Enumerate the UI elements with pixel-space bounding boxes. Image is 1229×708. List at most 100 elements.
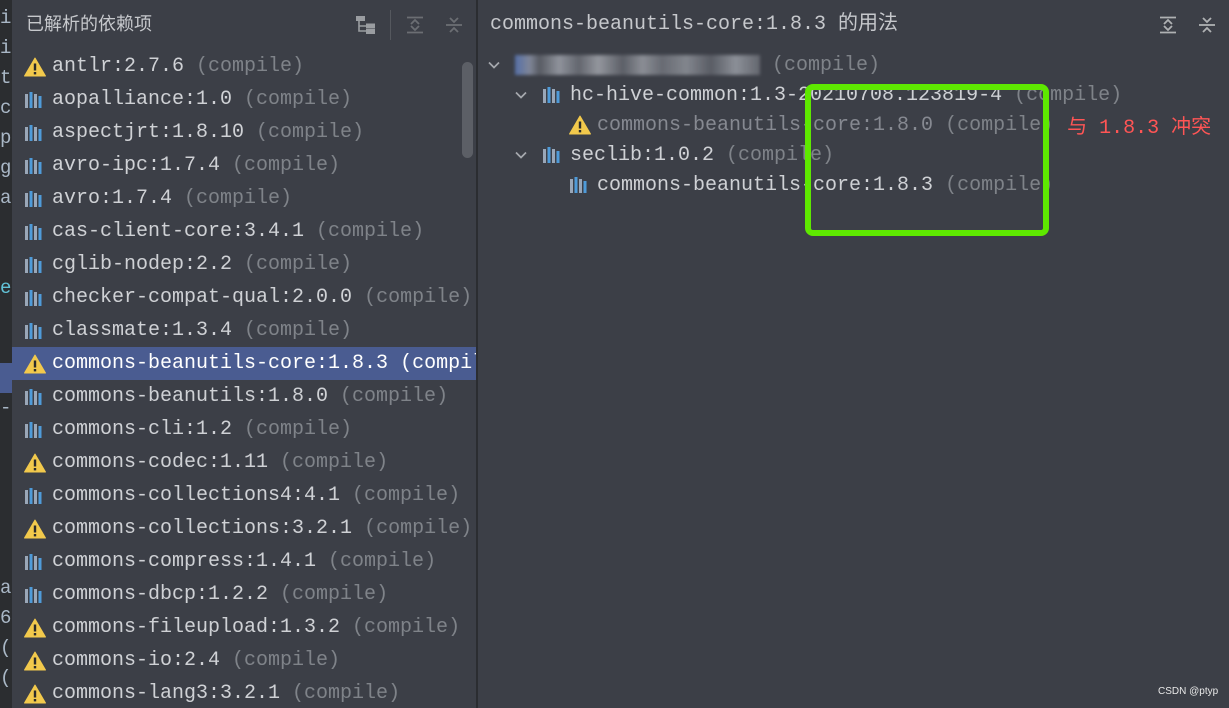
dependency-name: commons-fileupload:1.3.2	[52, 616, 341, 639]
dependency-item[interactable]: commons-beanutils-core:1.8.3 (compile)	[12, 347, 476, 380]
dependency-item[interactable]: cglib-nodep:2.2 (compile)	[12, 248, 476, 281]
editor-line: -	[0, 397, 12, 419]
dependency-scope: (compile)	[244, 418, 353, 441]
dependency-item[interactable]: commons-collections:3.2.1 (compile)	[12, 512, 476, 545]
toolbar-separator	[390, 10, 391, 40]
dependency-list: antlr:2.7.6 (compile) aopalliance:1.0 (comp…	[12, 50, 476, 708]
dependency-item[interactable]: commons-io:2.4 (compile)	[12, 644, 476, 677]
dependency-item[interactable]: commons-cli:1.2 (compile)	[12, 413, 476, 446]
warning-icon	[569, 114, 597, 136]
library-icon	[24, 584, 52, 606]
library-icon	[24, 551, 52, 573]
warning-icon	[24, 683, 52, 705]
dependency-item[interactable]: commons-dbcp:1.2.2 (compile)	[12, 578, 476, 611]
warning-icon	[24, 650, 52, 672]
dependency-item[interactable]: commons-compress:1.4.1 (compile)	[12, 545, 476, 578]
collapse-all-button[interactable]	[443, 14, 465, 36]
chevron-down-icon[interactable]	[514, 88, 542, 102]
chevron-down-icon[interactable]	[514, 148, 542, 162]
dependency-scope: (compile)	[244, 88, 353, 111]
dependency-item[interactable]: commons-codec:1.11 (compile)	[12, 446, 476, 479]
editor-line: a	[0, 187, 12, 209]
dependency-name: commons-collections4:4.1	[52, 484, 341, 507]
editor-line: (	[0, 667, 12, 689]
usages-title: commons-beanutils-core:1.8.3 的用法	[490, 13, 899, 36]
library-icon	[24, 221, 52, 243]
library-icon	[569, 174, 597, 196]
left-panel-header: 已解析的依赖项	[12, 0, 476, 50]
dependency-item[interactable]: antlr:2.7.6 (compile)	[12, 50, 476, 83]
dependency-name: commons-dbcp:1.2.2	[52, 583, 269, 606]
usage-tree-row[interactable]: commons-beanutils-core:1.8.0 (compile) 与 1…	[478, 110, 1229, 140]
dependency-scope: (compile)	[280, 583, 389, 606]
library-icon	[24, 485, 52, 507]
dependency-name: aspectjrt:1.8.10	[52, 121, 245, 144]
expand-all-icon	[407, 16, 423, 34]
artifact-scope: (compile)	[1014, 83, 1123, 107]
editor-gutter-strip: i i t c p g a e - a 6((	[0, 0, 12, 708]
editor-line: i	[0, 37, 12, 59]
dependency-scope: (compile)	[340, 385, 449, 408]
dependency-scope: (compile)	[352, 484, 461, 507]
dependency-scope: (compile)	[352, 616, 461, 639]
warning-icon	[24, 518, 52, 540]
library-icon	[542, 144, 570, 166]
dependency-item[interactable]: checker-compat-qual:2.0.0 (compile)	[12, 281, 476, 314]
chevron-down-icon[interactable]	[487, 58, 515, 72]
usage-tree-row[interactable]: commons-beanutils-core:1.8.3 (compile)	[478, 170, 1229, 200]
dependency-item[interactable]: commons-lang3:3.2.1 (compile)	[12, 677, 476, 708]
dependency-item[interactable]: aspectjrt:1.8.10 (compile)	[12, 116, 476, 149]
vertical-scrollbar[interactable]	[462, 62, 473, 158]
dependency-name: cas-client-core:3.4.1	[52, 220, 305, 243]
editor-line: a	[0, 577, 12, 599]
usage-tree-row[interactable]: hc-hive-common:1.3-20210708.123819-4 (com…	[478, 80, 1229, 110]
editor-line: t	[0, 67, 12, 89]
collapse-all-button[interactable]	[1196, 14, 1218, 36]
artifact-name: hc-hive-common:1.3-20210708.123819-4	[570, 83, 1003, 107]
usage-tree-row[interactable]: seclib:1.0.2 (compile)	[478, 140, 1229, 170]
dependency-name: avro-ipc:1.7.4	[52, 154, 221, 177]
redacted-artifact-block	[515, 55, 760, 75]
dependency-name: commons-codec:1.11	[52, 451, 269, 474]
library-icon	[24, 386, 52, 408]
dependency-item[interactable]: avro-ipc:1.7.4 (compile)	[12, 149, 476, 182]
dependency-item[interactable]: cas-client-core:3.4.1 (compile)	[12, 215, 476, 248]
dependency-scope: (compile)	[400, 352, 476, 375]
library-icon	[24, 188, 52, 210]
artifact-scope: (compile)	[772, 53, 881, 77]
dependency-item[interactable]: commons-beanutils:1.8.0 (compile)	[12, 380, 476, 413]
resolved-dependencies-panel: 已解析的依赖项 antlr:2.7.6 (compile) aopallianc…	[12, 0, 476, 708]
warning-icon	[24, 56, 52, 78]
dependency-name: aopalliance:1.0	[52, 88, 233, 111]
dependency-item[interactable]: aopalliance:1.0 (compile)	[12, 83, 476, 116]
library-icon	[24, 122, 52, 144]
dependency-item[interactable]: commons-collections4:4.1 (compile)	[12, 479, 476, 512]
dependency-name: commons-io:2.4	[52, 649, 221, 672]
dependency-item[interactable]: classmate:1.3.4 (compile)	[12, 314, 476, 347]
usage-tree-row[interactable]: (compile)	[478, 50, 1229, 80]
expand-all-button[interactable]	[1157, 14, 1179, 36]
dependency-name: commons-compress:1.4.1	[52, 550, 317, 573]
dependency-name: commons-lang3:3.2.1	[52, 682, 281, 705]
expand-all-button[interactable]	[404, 14, 426, 36]
editor-line: 6	[0, 607, 12, 629]
dependency-item[interactable]: avro:1.7.4 (compile)	[12, 182, 476, 215]
artifact-scope: (compile)	[726, 143, 835, 167]
library-icon	[24, 287, 52, 309]
editor-line	[0, 363, 12, 393]
dependency-scope: (compile)	[256, 121, 365, 144]
tree-view-toggle-button[interactable]	[355, 14, 377, 36]
dependency-scope: (compile)	[328, 550, 437, 573]
dependency-scope: (compile)	[316, 220, 425, 243]
editor-line: i	[0, 7, 12, 29]
watermark: CSDN @ptyp	[1158, 686, 1219, 697]
right-panel-header: commons-beanutils-core:1.8.3 的用法	[478, 0, 1229, 50]
dependency-item[interactable]: commons-fileupload:1.3.2 (compile)	[12, 611, 476, 644]
